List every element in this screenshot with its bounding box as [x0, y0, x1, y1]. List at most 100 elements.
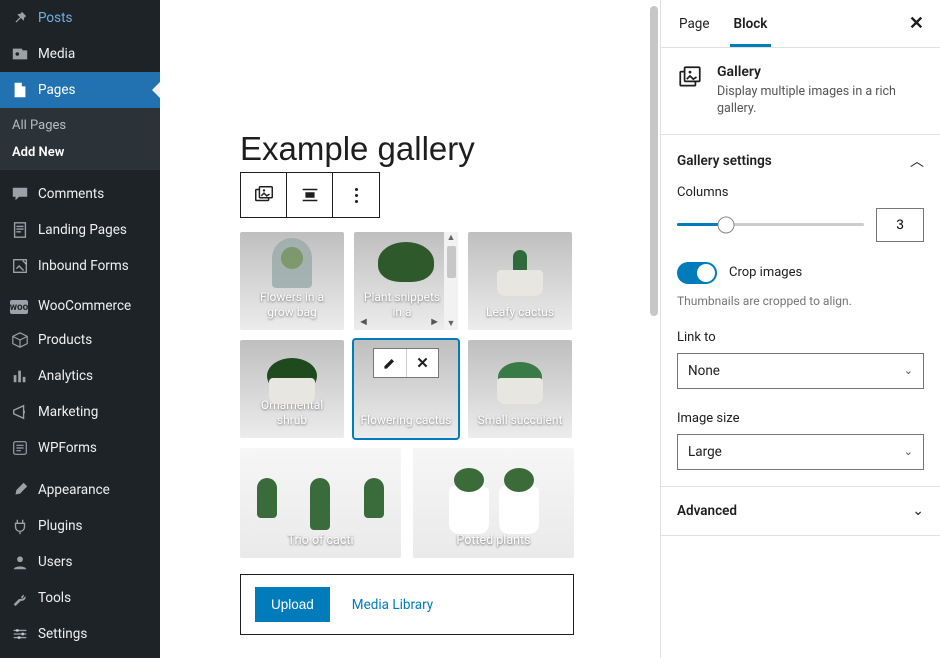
wrench-icon	[10, 588, 30, 608]
submenu-all-pages[interactable]: All Pages	[0, 112, 160, 139]
brush-icon	[10, 480, 30, 500]
scroll-down-icon[interactable]: ▼	[447, 318, 456, 330]
submenu-add-new[interactable]: Add New	[0, 139, 160, 166]
toolbar-block-type[interactable]	[241, 173, 287, 217]
scroll-thumb[interactable]	[447, 246, 456, 278]
editor-canvas[interactable]: Example gallery Flowers in a grow bag	[180, 0, 660, 658]
menu-label: Plugins	[38, 518, 83, 534]
select-value: Large	[688, 444, 722, 460]
gallery-caption: Trio of cacti	[287, 533, 353, 558]
pin-icon	[10, 8, 30, 28]
menu-products[interactable]: Products	[0, 322, 160, 358]
plant-graphic	[272, 238, 312, 288]
section-heading: Advanced	[677, 503, 737, 519]
move-left-icon[interactable]: ◄	[358, 315, 369, 328]
columns-input[interactable]	[876, 208, 924, 242]
page-icon	[10, 80, 30, 100]
menu-users[interactable]: Users	[0, 544, 160, 580]
menu-media[interactable]: Media	[0, 36, 160, 72]
menu-marketing[interactable]: Marketing	[0, 394, 160, 430]
block-toolbar	[240, 172, 380, 218]
section-heading: Gallery settings	[677, 153, 772, 169]
columns-slider[interactable]	[677, 223, 864, 226]
box-icon	[10, 330, 30, 350]
block-description: Gallery Display multiple images in a ric…	[661, 48, 940, 135]
menu-label: Posts	[38, 10, 72, 26]
menu-label: Users	[38, 554, 72, 570]
menu-landing-pages[interactable]: Landing Pages	[0, 212, 160, 248]
scrollbar-thumb[interactable]	[650, 6, 658, 316]
media-library-link[interactable]: Media Library	[352, 597, 433, 613]
more-icon	[355, 188, 358, 203]
gallery-item[interactable]: Flowers in a grow bag	[240, 232, 344, 330]
block-desc-text: Display multiple images in a rich galler…	[717, 84, 924, 118]
chevron-up-icon: ︿	[910, 151, 924, 171]
advanced-section: Advanced ⌄	[661, 487, 940, 536]
toolbar-more[interactable]	[333, 173, 379, 217]
menu-woocommerce[interactable]: woo WooCommerce	[0, 290, 160, 322]
gallery-item[interactable]: Trio of cacti	[240, 448, 401, 558]
image-size-select[interactable]: Large ⌄	[677, 434, 924, 470]
remove-image-button[interactable]: ✕	[406, 349, 438, 377]
plug-icon	[10, 516, 30, 536]
menu-wpforms[interactable]: WPForms	[0, 430, 160, 466]
move-right-icon[interactable]: ►	[429, 315, 440, 328]
gallery-item[interactable]: Ornamental shrub	[240, 340, 344, 438]
edit-image-button[interactable]	[374, 349, 406, 377]
scroll-up-icon[interactable]: ▲	[447, 232, 456, 244]
toolbar-align[interactable]	[287, 173, 333, 217]
columns-label: Columns	[677, 185, 924, 200]
image-size-label: Image size	[677, 411, 924, 426]
gallery-item-selected[interactable]: ✕ Flowering cactus	[354, 340, 458, 438]
menu-pages[interactable]: Pages	[0, 72, 160, 108]
gallery-item[interactable]: Leafy cactus	[468, 232, 572, 330]
sliders-icon	[10, 624, 30, 644]
menu-settings[interactable]: Settings	[0, 616, 160, 652]
gallery-caption: Flowering cactus	[354, 407, 458, 438]
crop-help-text: Thumbnails are cropped to align.	[677, 294, 924, 308]
advanced-toggle[interactable]: Advanced ⌄	[677, 503, 924, 519]
close-settings-button[interactable]: ✕	[909, 13, 924, 34]
tab-page[interactable]: Page	[677, 2, 712, 46]
doc-icon	[10, 220, 30, 240]
gallery-caption: Leafy cactus	[468, 299, 572, 330]
menu-appearance[interactable]: Appearance	[0, 472, 160, 508]
editor-scrollbar[interactable]	[648, 0, 660, 658]
form-icon	[10, 256, 30, 276]
menu-posts[interactable]: Posts	[0, 0, 160, 36]
gallery-icon	[253, 184, 275, 206]
menu-label: Products	[38, 332, 92, 348]
gallery-settings-toggle[interactable]: Gallery settings ︿	[677, 151, 924, 171]
chevron-down-icon: ⌄	[904, 364, 913, 377]
menu-analytics[interactable]: Analytics	[0, 358, 160, 394]
upload-button[interactable]: Upload	[255, 587, 330, 622]
submenu-pages: All Pages Add New	[0, 108, 160, 170]
align-icon	[299, 184, 321, 206]
mini-scrollbar[interactable]: ▲ ▼	[444, 232, 458, 330]
page-title[interactable]: Example gallery	[240, 130, 600, 168]
woo-icon: woo	[10, 300, 28, 314]
menu-label: Analytics	[38, 368, 93, 384]
bars-icon	[10, 366, 30, 386]
media-icon	[10, 44, 30, 64]
gallery-item[interactable]: Small succulent	[468, 340, 572, 438]
gallery-caption: Flowers in a grow bag	[240, 284, 344, 330]
pot-graphic	[269, 378, 315, 404]
menu-label: Tools	[38, 590, 71, 606]
menu-tools[interactable]: Tools	[0, 580, 160, 616]
menu-label: Inbound Forms	[38, 258, 129, 274]
crop-images-toggle[interactable]	[677, 262, 717, 284]
gallery-item[interactable]: Potted plants	[413, 448, 574, 558]
menu-inbound-forms[interactable]: Inbound Forms	[0, 248, 160, 284]
image-edit-toolbar: ✕	[373, 348, 439, 378]
chevron-down-icon: ⌄	[904, 445, 913, 458]
menu-label: Marketing	[38, 404, 98, 420]
slider-thumb[interactable]	[717, 216, 734, 233]
menu-comments[interactable]: Comments	[0, 176, 160, 212]
gallery-item[interactable]: ▲ ▼ ◄ ► Plant snippets in a	[354, 232, 458, 330]
link-to-select[interactable]: None ⌄	[677, 353, 924, 389]
tab-block[interactable]: Block	[732, 2, 770, 46]
block-name: Gallery	[717, 64, 924, 80]
menu-plugins[interactable]: Plugins	[0, 508, 160, 544]
close-icon: ✕	[909, 13, 924, 34]
